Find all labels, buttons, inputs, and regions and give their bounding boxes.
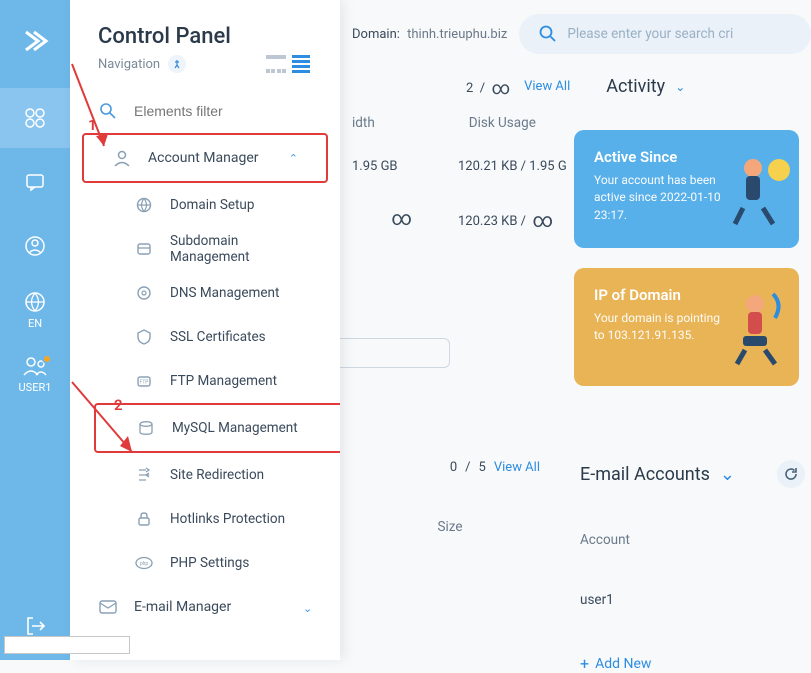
card-illustration-icon xyxy=(723,286,793,366)
chevron-down-icon: ⌃ xyxy=(303,601,312,614)
lower-left: 0 / 5 View All Size xyxy=(340,460,560,673)
count-1: 2 / ∞ xyxy=(466,76,510,97)
nav-domain-label: Domain Setup xyxy=(170,197,254,213)
nav-email-manager[interactable]: E-mail Manager ⌃ xyxy=(70,585,340,629)
search-icon xyxy=(539,25,557,43)
list-view-icon[interactable] xyxy=(292,55,312,73)
email-accounts-title[interactable]: E-mail Accounts xyxy=(580,464,710,485)
nav-subdomain[interactable]: Subdomain Management xyxy=(106,227,340,271)
grid-view-icon[interactable] xyxy=(266,55,286,73)
nav-ftp-label: FTP Management xyxy=(170,373,277,389)
dns-icon xyxy=(134,283,154,303)
nav-title: Control Panel xyxy=(98,24,312,49)
nav-ssl-label: SSL Certificates xyxy=(170,329,266,345)
nav-email-label: E-mail Manager xyxy=(134,599,231,615)
rail-chat[interactable] xyxy=(0,152,70,212)
globe-icon xyxy=(134,195,154,215)
nav-php-label: PHP Settings xyxy=(170,555,249,571)
nav-domain-setup[interactable]: Domain Setup xyxy=(106,183,340,227)
refresh-icon[interactable] xyxy=(777,460,805,488)
nav-mysql-label: MySQL Management xyxy=(172,420,298,436)
col-disk: Disk Usage xyxy=(469,115,536,131)
shield-icon xyxy=(134,327,154,347)
rail-lang[interactable]: EN xyxy=(0,280,70,340)
active-since-card[interactable]: Active Since Your account has been activ… xyxy=(574,130,799,248)
add-new-button[interactable]: + Add New xyxy=(580,654,811,673)
rail-user[interactable]: USER1 xyxy=(0,344,70,404)
bottom-input[interactable] xyxy=(4,636,130,654)
notification-dot xyxy=(42,354,52,364)
activity-title[interactable]: Activity ⌄ xyxy=(606,76,685,97)
card-body: Your account has been active since 2022-… xyxy=(594,172,724,224)
col-bandwidth: idth xyxy=(352,115,375,131)
svg-text:php: php xyxy=(140,561,149,567)
nav-php[interactable]: php PHP Settings xyxy=(106,541,340,585)
card-illustration-icon xyxy=(723,148,793,228)
nav-hotlink-label: Hotlinks Protection xyxy=(170,511,285,527)
search-placeholder: Please enter your search cri xyxy=(567,26,733,42)
nav-redir-label: Site Redirection xyxy=(170,467,264,483)
col-account: Account xyxy=(580,532,811,548)
nav-list: Account Manager ⌃ Domain Setup Subdomain… xyxy=(70,85,340,649)
rail-apps[interactable] xyxy=(0,88,70,148)
main-content: Domain: thinh.trieuphu.biz Please enter … xyxy=(340,0,811,660)
annotation-arrow-1 xyxy=(70,62,170,162)
annotation-num-2: 2 xyxy=(114,396,123,414)
view-all-link-2[interactable]: View All xyxy=(494,460,540,475)
rail-user-icon[interactable] xyxy=(0,216,70,276)
php-icon: php xyxy=(134,553,154,573)
count2-current: 0 xyxy=(450,460,457,475)
mail-icon xyxy=(98,597,118,617)
chevron-down-icon: ⌄ xyxy=(720,464,735,485)
card-body: Your domain is pointing to 103.121.91.13… xyxy=(594,310,724,345)
nav-dns[interactable]: DNS Management xyxy=(106,271,340,315)
domain-label-text: Domain: xyxy=(352,27,400,42)
col-size: Size xyxy=(340,519,560,535)
subdomain-icon xyxy=(134,239,154,259)
partial-select[interactable] xyxy=(340,338,450,368)
logo-icon xyxy=(18,24,52,58)
domain-label: Domain: thinh.trieuphu.biz xyxy=(352,27,507,42)
annotation-arrow-2 xyxy=(70,380,160,470)
rail-user-label: USER1 xyxy=(19,381,52,394)
ip-domain-card[interactable]: IP of Domain Your domain is pointing to … xyxy=(574,268,799,386)
lock-icon xyxy=(134,509,154,529)
view-all-link-1[interactable]: View All xyxy=(524,79,570,94)
chevron-up-icon: ⌃ xyxy=(289,152,298,165)
pin-icon[interactable] xyxy=(168,55,186,73)
search-box[interactable]: Please enter your search cri xyxy=(519,14,811,54)
domain-value[interactable]: thinh.trieuphu.biz xyxy=(407,27,507,42)
nav-ssl[interactable]: SSL Certificates xyxy=(106,315,340,359)
icon-rail: EN USER1 xyxy=(0,0,70,660)
annotation-num-1: 1 xyxy=(88,116,97,134)
email-user-cell[interactable]: user1 xyxy=(580,592,811,608)
nav-hotlink[interactable]: Hotlinks Protection xyxy=(106,497,340,541)
chevron-down-icon: ⌄ xyxy=(675,80,685,94)
nav-dns-label: DNS Management xyxy=(170,285,279,301)
count2-total: 5 xyxy=(479,460,486,475)
rail-lang-label: EN xyxy=(28,317,42,330)
nav-subdomain-label: Subdomain Management xyxy=(170,233,312,265)
